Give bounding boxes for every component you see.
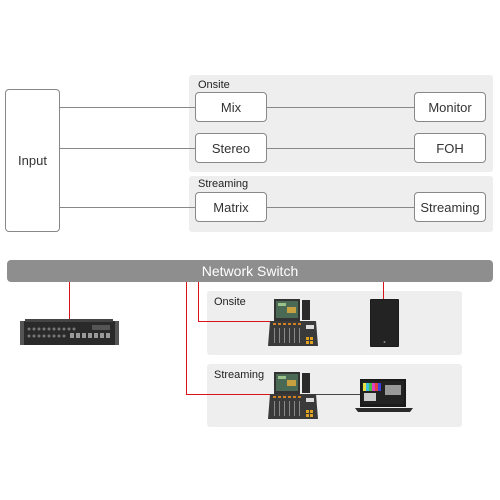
monitor-label: Monitor — [428, 99, 472, 115]
streaming-output-node: Streaming — [414, 192, 486, 222]
cable-onsite-console-v — [198, 282, 199, 322]
mix-node: Mix — [195, 92, 267, 122]
foh-label: FOH — [436, 140, 464, 156]
mix-label: Mix — [220, 99, 242, 115]
input-node: Input — [5, 89, 60, 232]
connector-input-matrix — [60, 207, 195, 208]
network-switch: Network Switch — [7, 260, 493, 282]
onsite-network-label: Onsite — [214, 296, 246, 308]
cable-streaming-console-v — [186, 282, 187, 395]
speaker-icon — [370, 299, 399, 347]
streaming-mixing-console-icon — [268, 370, 318, 420]
cable-streaming-console-h — [186, 394, 274, 395]
connector-matrix-streaming — [267, 207, 414, 208]
connector-input-mix — [60, 107, 195, 108]
matrix-node: Matrix — [195, 192, 267, 222]
input-label: Input — [18, 153, 47, 168]
cable-stagebox — [69, 282, 70, 320]
cable-speaker — [383, 282, 384, 300]
onsite-group-label: Onsite — [198, 79, 230, 91]
connector-input-stereo — [60, 148, 195, 149]
monitor-node: Monitor — [414, 92, 486, 122]
cable-onsite-console-h — [198, 321, 274, 322]
onsite-mixing-console-icon — [268, 297, 318, 347]
stereo-label: Stereo — [211, 140, 251, 156]
connector-stereo-foh — [267, 148, 414, 149]
foh-node: FOH — [414, 133, 486, 163]
connector-mix-monitor — [267, 107, 414, 108]
laptop-icon — [355, 379, 413, 413]
streaming-group-label: Streaming — [198, 178, 249, 190]
io-rack-device-icon — [20, 319, 119, 346]
stereo-node: Stereo — [195, 133, 267, 163]
network-switch-label: Network Switch — [201, 263, 299, 279]
streaming-network-label: Streaming — [214, 369, 265, 381]
matrix-label: Matrix — [213, 199, 249, 215]
streaming-output-label: Streaming — [420, 199, 480, 215]
